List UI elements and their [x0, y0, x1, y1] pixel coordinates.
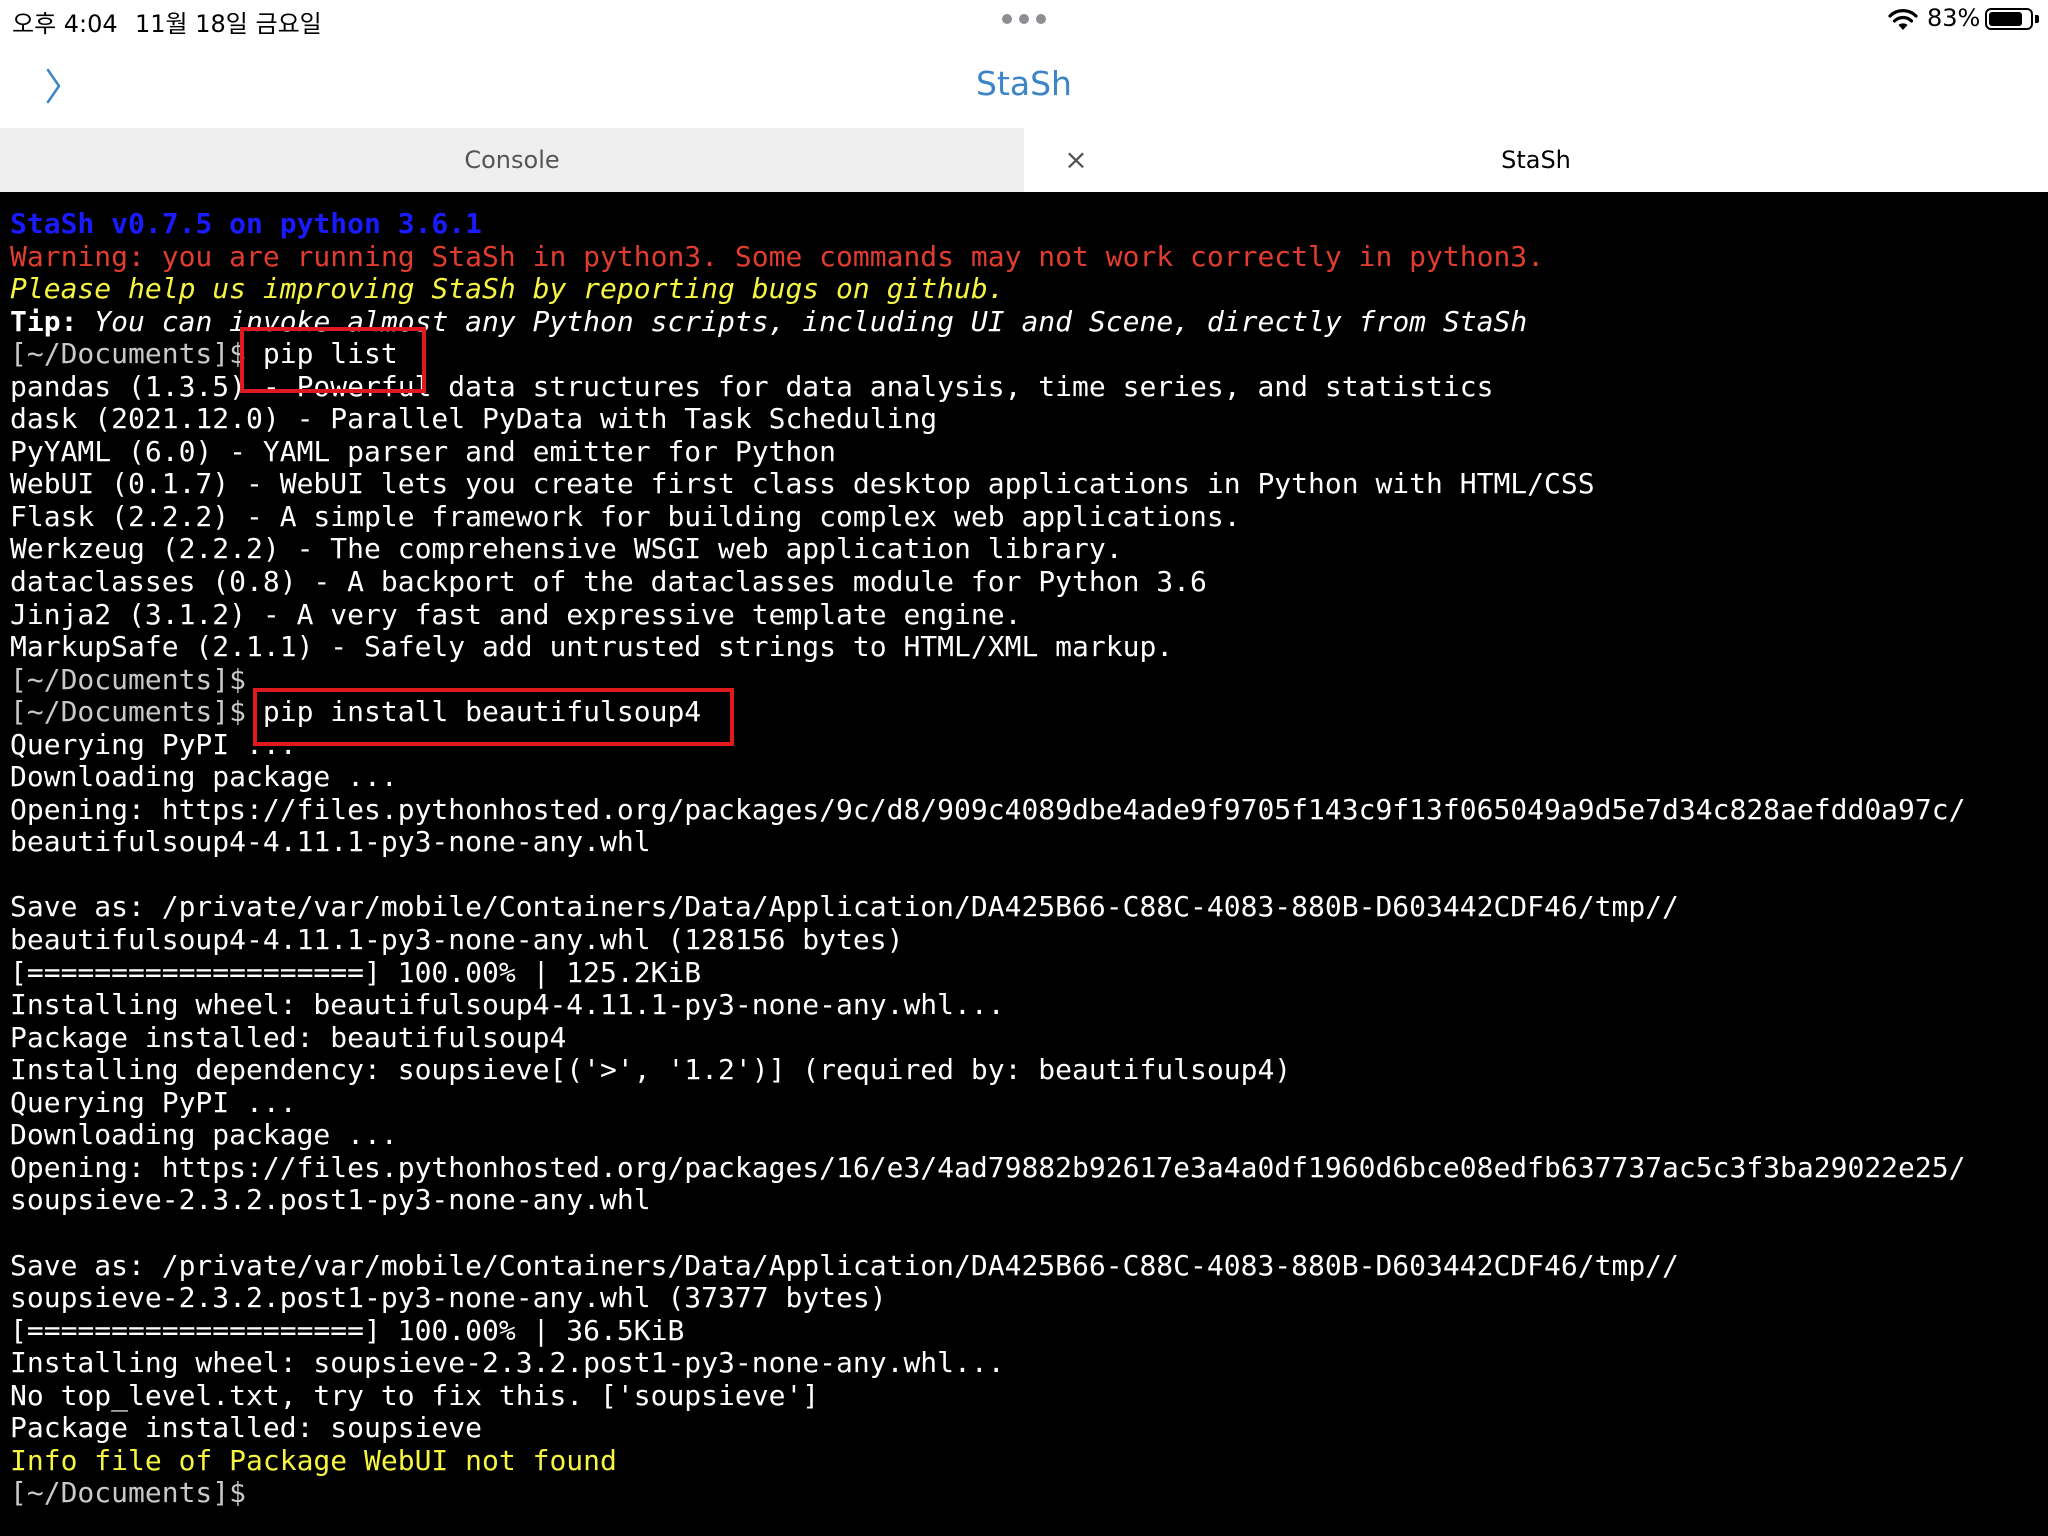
terminal-info-not-found: Info file of Package WebUI not found — [10, 1443, 617, 1477]
pip-list-line: Flask (2.2.2) - A simple framework for b… — [10, 499, 1241, 533]
pip-list-line: dataclasses (0.8) - A backport of the da… — [10, 565, 1207, 599]
chevron-right-icon[interactable] — [44, 66, 64, 106]
install-output-line: Opening: https://files.pythonhosted.org/… — [10, 792, 1966, 826]
pip-list-line: dask (2021.12.0) - Parallel PyData with … — [10, 402, 938, 436]
highlight-box-pip-install — [253, 688, 734, 746]
install-output-line: Save as: /private/var/mobile/Containers/… — [10, 1248, 1679, 1282]
install-output-line: Downloading package ... — [10, 760, 398, 794]
wifi-icon — [1888, 9, 1918, 30]
prompt: [~/Documents]$ — [10, 695, 247, 729]
install-output-line: [====================] 100.00% | 125.2Ki… — [10, 955, 702, 989]
pip-list-line: MarkupSafe (2.1.1) - Safely add untruste… — [10, 630, 1174, 664]
install-output-line — [10, 859, 2048, 892]
install-output-line: Querying PyPI ... — [10, 1085, 297, 1119]
tab-stash-label: StaSh — [1501, 146, 1571, 174]
tab-console[interactable]: Console — [0, 128, 1024, 192]
install-output-line: Opening: https://files.pythonhosted.org/… — [10, 1150, 1966, 1184]
pip-list-line: Werkzeug (2.2.2) - The comprehensive WSG… — [10, 532, 1123, 566]
install-output-line: beautifulsoup4-4.11.1-py3-none-any.whl (… — [10, 923, 904, 957]
tab-stash[interactable]: × StaSh — [1024, 128, 2048, 192]
install-output-line: soupsieve-2.3.2.post1-py3-none-any.whl — [10, 1183, 651, 1217]
terminal[interactable]: StaSh v0.7.5 on python 3.6.1 Warning: yo… — [0, 192, 2048, 1536]
status-time: 오후 4:04 — [12, 10, 118, 38]
pip-list-line: WebUI (0.1.7) - WebUI lets you create fi… — [10, 467, 1595, 501]
highlight-box-pip-list — [240, 327, 426, 393]
status-date: 11월 18일 금요일 — [135, 10, 322, 38]
install-output-line: Installing wheel: beautifulsoup4-4.11.1-… — [10, 988, 1005, 1022]
pip-list-line: Jinja2 (3.1.2) - A very fast and express… — [10, 597, 1022, 631]
install-output-line: Installing wheel: soupsieve-2.3.2.post1-… — [10, 1346, 1005, 1380]
terminal-help-message: Please help us improving StaSh by report… — [10, 272, 1005, 306]
install-output-line: Package installed: beautifulsoup4 — [10, 1020, 567, 1054]
terminal-warning: Warning: you are running StaSh in python… — [10, 239, 1545, 273]
close-icon[interactable]: × — [1056, 140, 1096, 180]
prompt-line-current[interactable]: [~/Documents]$ — [10, 1477, 2048, 1510]
battery-icon — [1985, 8, 2033, 30]
prompt: [~/Documents]$ — [10, 337, 247, 371]
install-output-line: Save as: /private/var/mobile/Containers/… — [10, 890, 1679, 924]
battery-percent: 83% — [1927, 4, 1981, 32]
install-output-line: No top_level.txt, try to fix this. ['sou… — [10, 1378, 820, 1412]
pip-list-line: PyYAML (6.0) - YAML parser and emitter f… — [10, 434, 837, 468]
tip-label: Tip: — [10, 304, 78, 338]
nav-title: StaSh — [976, 64, 1072, 103]
install-output-line: Downloading package ... — [10, 1118, 398, 1152]
top-bar: 오후 4:04 11월 18일 금요일 83% StaSh — [0, 0, 2048, 128]
install-output-line: [====================] 100.00% | 36.5KiB — [10, 1313, 685, 1347]
install-output-line: Installing dependency: soupsieve[('>', '… — [10, 1053, 1292, 1087]
install-output: Querying PyPI ... Downloading package ...… — [10, 728, 2048, 1445]
install-output-line: beautifulsoup4-4.11.1-py3-none-any.whl — [10, 825, 651, 859]
pip-list-output: pandas (1.3.5) - Powerful data structure… — [10, 370, 2048, 664]
multitasking-dots-icon[interactable] — [1002, 14, 1046, 24]
tab-bar: Console × StaSh — [0, 128, 2048, 192]
battery-level — [1989, 12, 2023, 26]
install-output-line: Package installed: soupsieve — [10, 1411, 483, 1445]
terminal-header: StaSh v0.7.5 on python 3.6.1 — [10, 207, 483, 240]
install-output-line: soupsieve-2.3.2.post1-py3-none-any.whl (… — [10, 1281, 887, 1315]
install-output-line — [10, 1217, 2048, 1250]
